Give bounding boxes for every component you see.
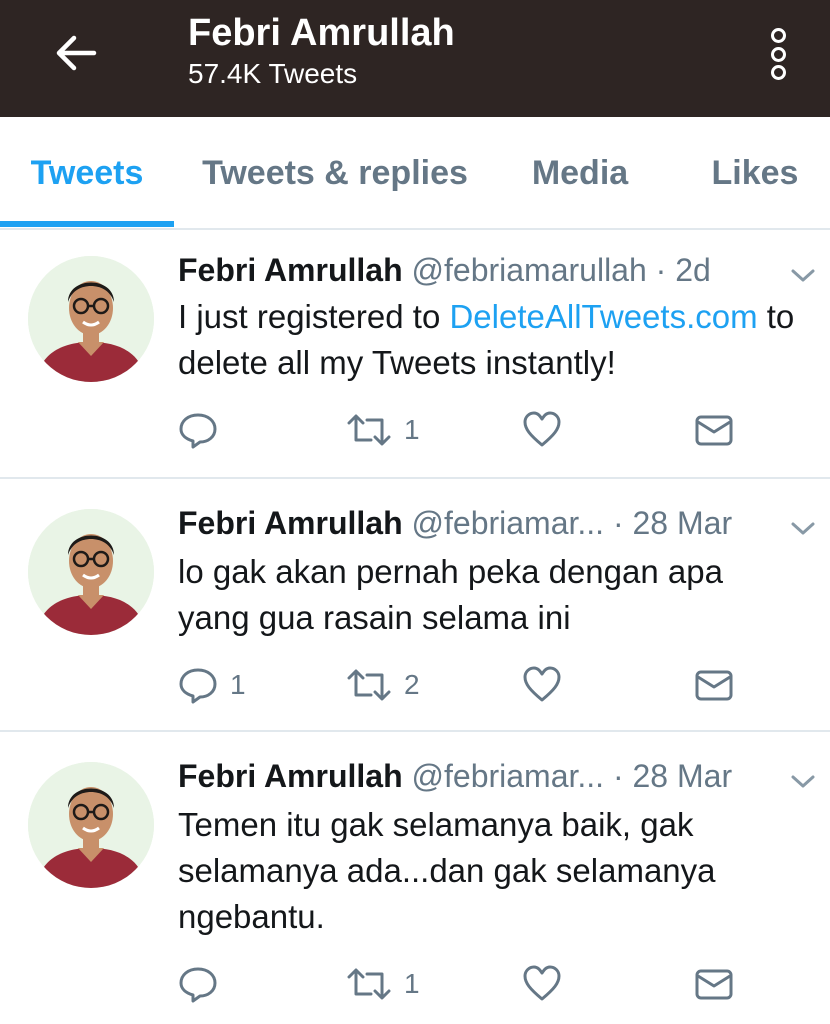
more-options-icon [770, 46, 786, 62]
reply-button[interactable] [178, 964, 230, 1004]
tweet-time: · 28 Mar [612, 758, 733, 794]
back-arrow-icon [56, 35, 97, 71]
like-icon [523, 411, 561, 447]
tweet-text-part: I just registered to [178, 298, 450, 335]
author-name[interactable]: Febri Amrullah [178, 505, 403, 541]
retweet-button[interactable]: 1 [346, 964, 420, 1004]
avatar-photo [28, 762, 154, 888]
chevron-down-icon[interactable] [788, 772, 818, 792]
avatar-photo [28, 256, 154, 382]
retweet-icon [347, 414, 391, 446]
tweet[interactable]: Febri Amrullah @febriamar... · 28 Mar Te… [0, 732, 830, 1024]
tweet-time: · 2d [655, 252, 711, 288]
like-icon [523, 965, 561, 1001]
more-options-button[interactable] [758, 24, 798, 84]
message-icon [695, 415, 733, 446]
author-handle[interactable]: @febriamar... [412, 505, 605, 541]
tab-tweets-and-replies[interactable]: Tweets & replies [190, 117, 480, 230]
active-tab-indicator [0, 221, 174, 227]
tweet-text: lo gak akan pernah peka dengan apa yang … [178, 553, 723, 636]
retweet-button[interactable]: 1 [346, 410, 420, 450]
back-button[interactable] [48, 28, 104, 78]
tweet-header: Febri Amrullah @febriamarullah · 2d [178, 252, 711, 289]
retweet-icon [347, 669, 391, 701]
author-name[interactable]: Febri Amrullah [178, 252, 403, 288]
like-button[interactable] [522, 964, 562, 1004]
avatar[interactable] [28, 762, 154, 888]
tweet-time: · 28 Mar [612, 505, 733, 541]
like-icon [523, 666, 561, 702]
tab-media[interactable]: Media [515, 117, 645, 230]
message-icon [695, 969, 733, 1000]
tweet-actions: 1 2 [178, 665, 778, 705]
tweet[interactable]: Febri Amrullah @febriamarullah · 2d I ju… [0, 230, 830, 479]
avatar[interactable] [28, 509, 154, 635]
message-icon [695, 670, 733, 701]
avatar-photo [28, 509, 154, 635]
reply-icon [179, 413, 217, 449]
tab-likes[interactable]: Likes [690, 117, 820, 230]
retweet-count: 1 [404, 968, 420, 999]
tweet-header: Febri Amrullah @febriamar... · 28 Mar [178, 758, 732, 795]
tweet-count: 57.4K Tweets [188, 58, 358, 89]
tweet[interactable]: Febri Amrullah @febriamar... · 28 Mar lo… [0, 479, 830, 732]
tweet-header: Febri Amrullah @febriamar... · 28 Mar [178, 505, 732, 542]
retweet-button[interactable]: 2 [346, 665, 420, 705]
reply-icon [179, 668, 217, 704]
retweet-icon [347, 968, 391, 1000]
tweet-link[interactable]: DeleteAllTweets.com [449, 298, 757, 335]
avatar[interactable] [28, 256, 154, 382]
tweet-text: I just registered to DeleteAllTweets.com… [178, 294, 818, 386]
tweet-text: Temen itu gak selamanya baik, gak selama… [178, 806, 716, 935]
tweet-actions: 1 [178, 410, 778, 450]
direct-message-button[interactable] [694, 964, 734, 1004]
retweet-count: 1 [404, 414, 420, 445]
more-options-icon [770, 65, 786, 80]
top-bar: Febri Amrullah 57.4K Tweets [0, 0, 830, 117]
reply-icon [179, 967, 217, 1003]
profile-tabs: Tweets Tweets & replies Media Likes [0, 117, 830, 230]
retweet-count: 2 [404, 669, 420, 700]
reply-button[interactable]: 1 [178, 665, 246, 705]
profile-name: Febri Amrullah [188, 12, 455, 54]
like-button[interactable] [522, 410, 562, 450]
author-name[interactable]: Febri Amrullah [178, 758, 403, 794]
chevron-down-icon[interactable] [788, 266, 818, 286]
tweet-actions: 1 [178, 964, 778, 1004]
direct-message-button[interactable] [694, 410, 734, 450]
like-button[interactable] [522, 665, 562, 705]
direct-message-button[interactable] [694, 665, 734, 705]
more-options-icon [770, 28, 786, 43]
chevron-down-icon[interactable] [788, 519, 818, 539]
reply-button[interactable] [178, 410, 230, 450]
reply-count: 1 [230, 669, 246, 700]
author-handle[interactable]: @febriamarullah [412, 252, 647, 288]
tab-tweets[interactable]: Tweets [0, 117, 174, 230]
author-handle[interactable]: @febriamar... [412, 758, 605, 794]
